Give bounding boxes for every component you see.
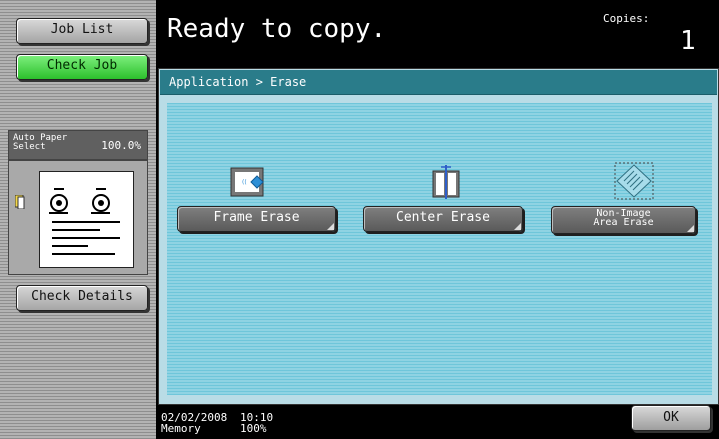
- frame-erase-button[interactable]: Frame Erase: [177, 206, 336, 232]
- time-memory-value: 10:10 100%: [240, 412, 273, 434]
- memory-label: Memory: [161, 422, 201, 435]
- paper-settings-header: Auto Paper Select 100.0%: [8, 130, 148, 160]
- corner-mark: [327, 223, 334, 230]
- ok-button[interactable]: OK: [631, 405, 711, 431]
- paper-select-label: Auto Paper Select: [13, 134, 73, 152]
- status-message: Ready to copy.: [167, 14, 387, 44]
- frame-erase-label: Frame Erase: [213, 210, 300, 225]
- zoom-label: 100.0%: [101, 139, 141, 152]
- non-image-label-line2: Area Erase: [593, 217, 654, 228]
- svg-text:((: ((: [242, 179, 247, 186]
- memory-value: 100%: [240, 422, 267, 435]
- erase-options-area: [167, 103, 712, 395]
- paper-label-line2: Select: [13, 142, 46, 152]
- breadcrumb: Application > Erase: [169, 75, 307, 89]
- frame-erase-icon: ((: [230, 167, 264, 197]
- paper-tray-icon: [15, 195, 25, 209]
- copies-label: Copies:: [603, 12, 650, 25]
- check-details-button[interactable]: Check Details: [16, 285, 148, 311]
- non-image-area-erase-button[interactable]: Non-Image Area Erase: [551, 206, 696, 234]
- corner-mark: [514, 223, 521, 230]
- center-erase-button[interactable]: Center Erase: [363, 206, 523, 232]
- corner-mark: [687, 225, 694, 232]
- non-image-area-erase-icon: [614, 162, 654, 200]
- output-preview: [8, 160, 148, 275]
- left-panel: Job List Check Job Auto Paper Select 100…: [0, 0, 156, 439]
- check-job-button[interactable]: Check Job: [16, 54, 148, 80]
- breadcrumb-bar: Application > Erase: [160, 70, 717, 95]
- document-preview-icon: [39, 171, 134, 268]
- center-erase-icon: [432, 165, 460, 199]
- date-memory-label: 02/02/2008 Memory: [161, 412, 227, 434]
- center-erase-label: Center Erase: [396, 210, 490, 225]
- copies-count: 1: [680, 26, 696, 56]
- job-list-button[interactable]: Job List: [16, 18, 148, 44]
